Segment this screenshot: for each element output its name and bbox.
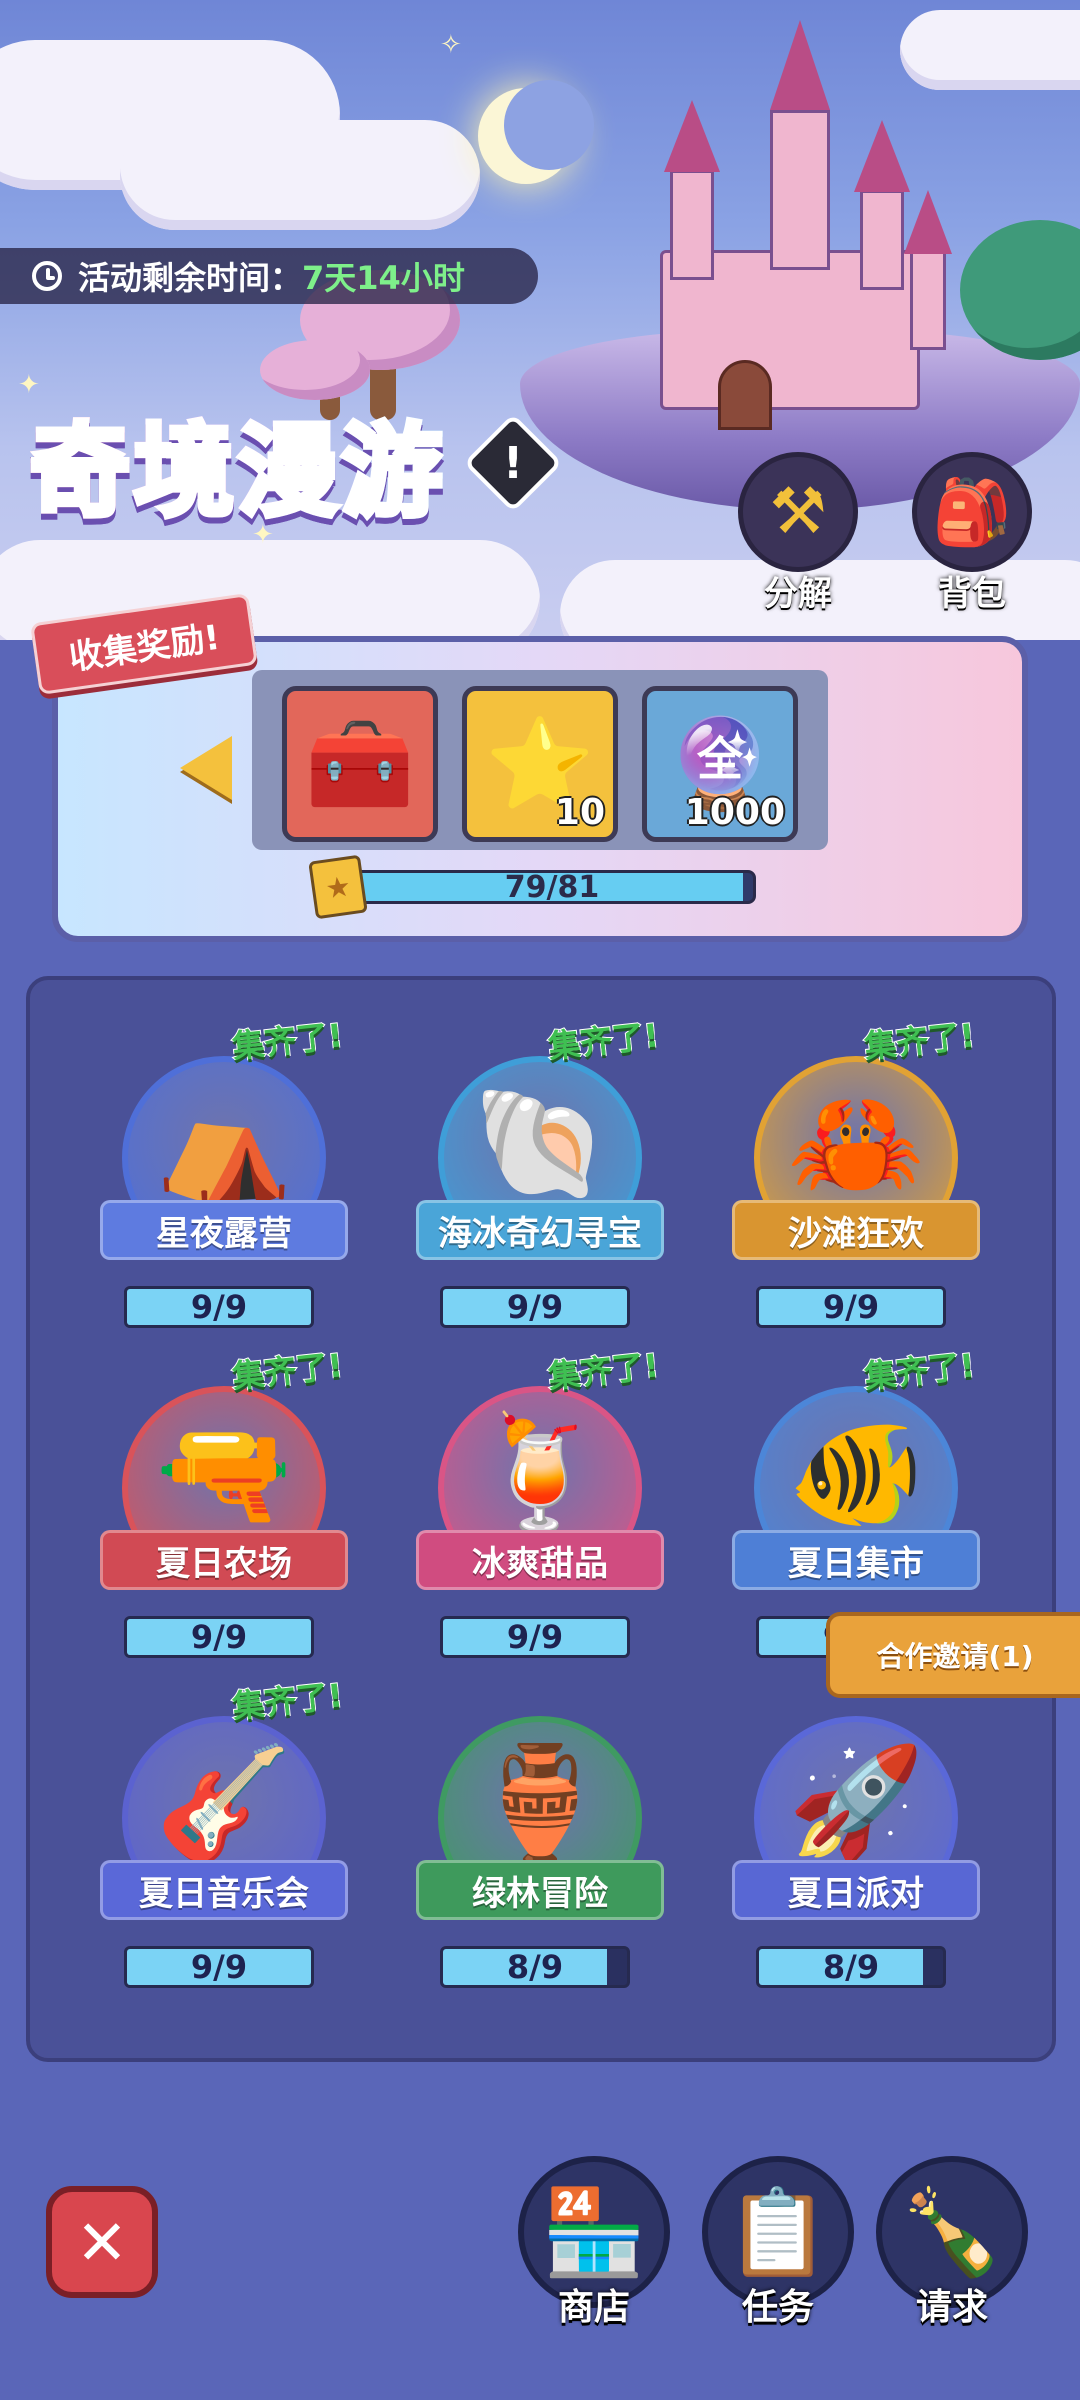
task-label: 任务 [741,2287,814,2328]
album-progress-bar: 9/9 [124,1286,314,1328]
sky-background: ✦ ✦ ✧ [0,0,1080,640]
album-progress-bar: 9/9 [124,1616,314,1658]
firework-rocket-icon: 🚀 [787,1739,925,1867]
shell-icon: 🐚 [471,1079,609,1207]
album-badge[interactable]: 🚀 夏日派对 [732,1688,980,1928]
close-icon: ✕ [76,2205,128,2279]
album-count: 8/9 [506,1948,564,1986]
close-button[interactable]: ✕ [46,2186,158,2298]
album-name: 夏日音乐会 [100,1860,348,1920]
dismantle-button[interactable]: ⚒ [738,452,858,572]
info-icon: ! [502,437,524,489]
album-count: 9/9 [506,1288,564,1326]
goldfish-net-icon: 🐠 [787,1409,925,1537]
reward-count: 1000 [684,792,785,833]
dismantle-label: 分解 [764,574,832,614]
reward-star[interactable]: ⭐ 10 [462,686,618,842]
backpack-label: 背包 [938,574,1006,614]
shop-label: 商店 [557,2287,630,2328]
guitar-icon: 🎸 [155,1739,293,1867]
album-progress-bar: 8/9 [756,1946,946,1988]
clock-icon [32,261,62,291]
sparkle-icon: ✧ [440,30,462,60]
cooperation-invite-button[interactable]: 合作邀请(1) [826,1612,1080,1698]
sand-bucket-icon: 🦀 [787,1079,925,1207]
album-progress-bar: 9/9 [440,1286,630,1328]
album-badge[interactable]: 🔫 夏日农场 [100,1358,348,1598]
album-name: 沙滩狂欢 [732,1200,980,1260]
card-icon: ★ [308,854,368,920]
album-name: 海冰奇幻寻宝 [416,1200,664,1260]
water-gun-icon: 🔫 [155,1409,293,1537]
orb-label: 全 [697,732,743,786]
album-badge[interactable]: 🐠 夏日集市 [732,1358,980,1598]
timer-value: 7天14小时 [302,259,465,297]
album-name: 星夜露营 [100,1200,348,1260]
firefly-jar-icon: 🏺 [471,1739,609,1867]
reward-count: 10 [554,792,605,833]
album-badge[interactable]: 🏺 绿林冒险 [416,1688,664,1928]
album-progress-bar: 9/9 [440,1616,630,1658]
backpack-button[interactable]: 🎒 [912,452,1032,572]
arrow-left-icon[interactable] [180,736,232,800]
album-progress-bar: 9/9 [756,1286,946,1328]
event-timer: 活动剩余时间： 7天14小时 [0,248,538,304]
album-badge[interactable]: ⛺ 星夜露营 [100,1028,348,1268]
album-name: 夏日农场 [100,1530,348,1590]
album-name: 夏日派对 [732,1860,980,1920]
album-count: 9/9 [822,1288,880,1326]
album-badge[interactable]: 🐚 海冰奇幻寻宝 [416,1028,664,1268]
album-badge[interactable]: 🎸 夏日音乐会 [100,1688,348,1928]
album-progress-bar: 9/9 [124,1946,314,1988]
album-name: 绿林冒险 [416,1860,664,1920]
album-badge[interactable]: 🍹 冰爽甜品 [416,1358,664,1598]
timer-label: 活动剩余时间： [78,259,303,297]
album-count: 9/9 [190,1618,248,1656]
collection-progress-text: 79/81 [504,869,600,905]
album-progress-bar: 8/9 [440,1946,630,1988]
tent-icon: ⛺ [155,1079,293,1207]
treasure-chest-icon: 🧰 [305,712,415,815]
cloud [120,120,480,230]
album-count: 9/9 [506,1618,564,1656]
task-clipboard-icon: 📋 [725,2182,831,2281]
album-count: 8/9 [822,1948,880,1986]
event-title: 奇境漫游 [27,390,446,535]
bottle-message-icon: 🍾 [899,2182,1005,2281]
album-name: 夏日集市 [732,1530,980,1590]
drink-icon: 🍹 [471,1409,609,1537]
reward-crystal-orb[interactable]: 🔮 全 1000 [642,686,798,842]
backpack-icon: 🎒 [932,475,1012,550]
reward-treasure-chest[interactable]: 🧰 [282,686,438,842]
album-count: 9/9 [190,1288,248,1326]
request-label: 请求 [915,2287,988,2328]
album-badge[interactable]: 🦀 沙滩狂欢 [732,1028,980,1268]
album-count: 9/9 [190,1948,248,1986]
album-name: 冰爽甜品 [416,1530,664,1590]
moon-icon [478,80,594,184]
hammer-icon: ⚒ [769,475,827,549]
cloud [900,10,1080,90]
shop-icon: 🏪 [541,2182,647,2281]
